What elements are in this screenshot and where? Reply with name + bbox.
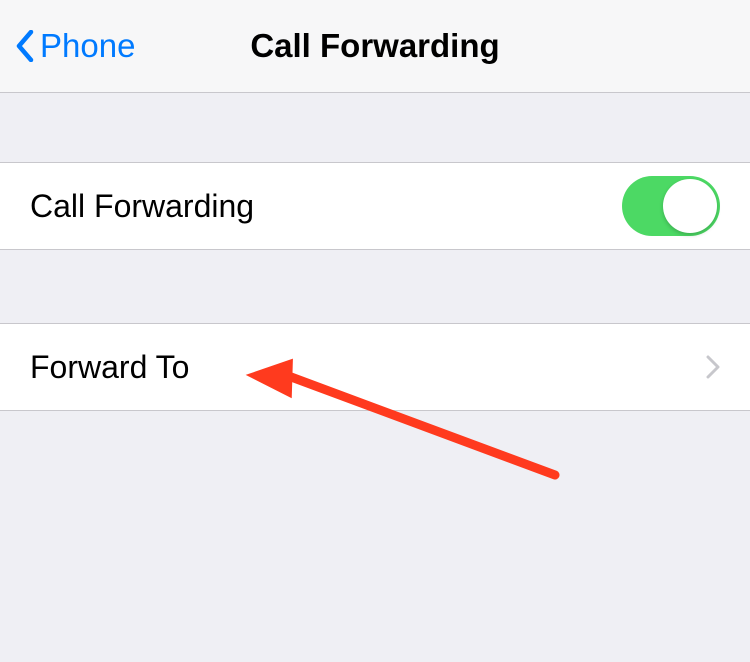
back-button[interactable]: Phone <box>0 27 135 65</box>
back-label: Phone <box>40 27 135 65</box>
call-forwarding-label: Call Forwarding <box>30 188 254 225</box>
chevron-left-icon <box>16 30 34 62</box>
section-spacer <box>0 93 750 162</box>
forward-to-label: Forward To <box>30 349 189 386</box>
chevron-right-icon <box>706 355 720 379</box>
forward-to-row[interactable]: Forward To <box>0 323 750 411</box>
section-spacer <box>0 250 750 323</box>
call-forwarding-row: Call Forwarding <box>0 162 750 250</box>
call-forwarding-toggle[interactable] <box>622 176 720 236</box>
navigation-header: Phone Call Forwarding <box>0 0 750 93</box>
toggle-knob <box>663 179 717 233</box>
